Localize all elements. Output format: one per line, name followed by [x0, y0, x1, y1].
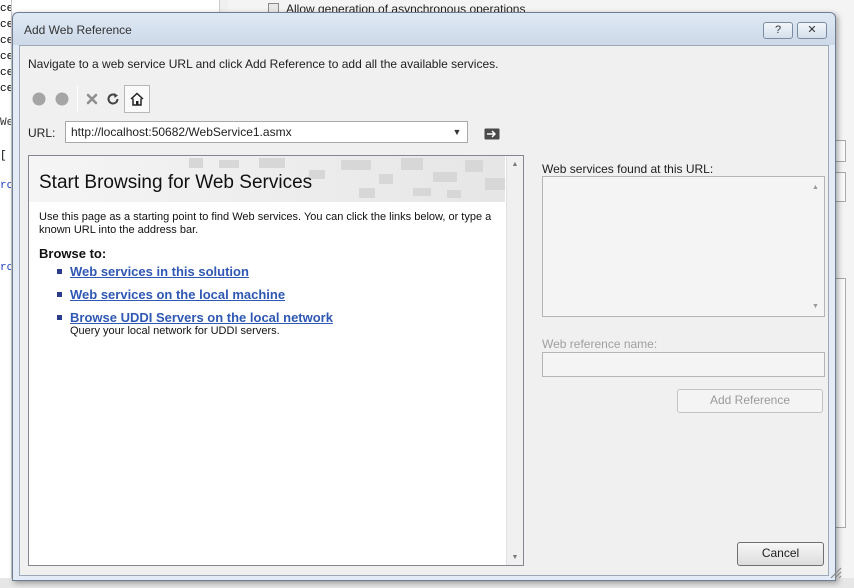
- dialog-client-area: Navigate to a web service URL and click …: [19, 45, 842, 579]
- list-scrollbar[interactable]: ▲ ▼: [807, 177, 824, 316]
- url-input[interactable]: http://localhost:50682/WebService1.asmx …: [65, 121, 468, 143]
- code-fragment: We: [0, 117, 12, 129]
- background-right-column: [836, 14, 854, 588]
- add-reference-button[interactable]: Add Reference: [677, 389, 823, 413]
- chevron-down-icon[interactable]: ▼: [449, 123, 465, 141]
- background-box: [836, 140, 846, 162]
- code-fragment: ce: [0, 35, 12, 47]
- url-label: URL:: [28, 126, 56, 140]
- uddi-description: Query your local network for UDDI server…: [70, 325, 280, 337]
- code-fragment: ro: [0, 180, 12, 192]
- resize-grip-icon[interactable]: [828, 565, 842, 579]
- bullet-icon: [57, 292, 62, 297]
- browser-scrollbar[interactable]: ▲ ▼: [506, 156, 523, 565]
- back-icon[interactable]: [28, 82, 50, 116]
- browser-description: Use this page as a starting point to fin…: [39, 211, 492, 236]
- link-browse-uddi-servers[interactable]: Browse UDDI Servers on the local network: [70, 310, 333, 325]
- forward-icon[interactable]: [51, 82, 73, 116]
- close-button[interactable]: ✕: [797, 22, 827, 39]
- add-web-reference-dialog: Add Web Reference ? ✕ Navigate to a web …: [12, 12, 842, 581]
- url-value: http://localhost:50682/WebService1.asmx: [71, 125, 292, 139]
- background-code-editor: cem: ce ce ce ce ce We [ ro ro: [0, 0, 12, 588]
- background-panel: [12, 0, 220, 12]
- dialog-title: Add Web Reference: [24, 23, 132, 37]
- refresh-icon[interactable]: [102, 82, 124, 116]
- dialog-title-bar[interactable]: Add Web Reference ? ✕: [13, 13, 835, 45]
- scroll-down-icon[interactable]: ▼: [507, 549, 523, 565]
- browse-to-heading: Browse to:: [39, 246, 107, 261]
- stop-icon[interactable]: [81, 82, 103, 116]
- bullet-icon: [57, 315, 62, 320]
- browser-page-title: Start Browsing for Web Services: [39, 172, 313, 193]
- link-web-services-solution[interactable]: Web services in this solution: [70, 264, 249, 279]
- scroll-up-icon[interactable]: ▲: [507, 156, 523, 172]
- code-fragment: cem:: [0, 3, 12, 15]
- toolbar-separator: [77, 86, 78, 112]
- scroll-up-icon[interactable]: ▲: [807, 179, 824, 195]
- code-fragment: ce: [0, 67, 12, 79]
- code-fragment: ce: [0, 83, 12, 95]
- background-box: [836, 278, 846, 528]
- home-icon[interactable]: [124, 85, 150, 113]
- help-button[interactable]: ?: [763, 22, 793, 39]
- scroll-down-icon[interactable]: ▼: [807, 298, 824, 314]
- link-web-services-local-machine[interactable]: Web services on the local machine: [70, 287, 285, 302]
- code-fragment: ce: [0, 51, 12, 63]
- browser-banner: Start Browsing for Web Services: [29, 156, 505, 202]
- web-reference-name-label: Web reference name:: [542, 337, 658, 351]
- services-found-list[interactable]: ▲ ▼: [542, 176, 825, 317]
- code-fragment: ce: [0, 19, 12, 31]
- bullet-icon: [57, 269, 62, 274]
- instruction-text: Navigate to a web service URL and click …: [28, 57, 499, 71]
- cancel-button[interactable]: Cancel: [737, 542, 824, 566]
- background-box: [836, 172, 846, 202]
- code-fragment: ro: [0, 262, 12, 274]
- go-arrow-icon[interactable]: [484, 128, 500, 140]
- code-fragment: [: [0, 150, 7, 162]
- web-reference-name-input[interactable]: [542, 352, 825, 377]
- services-found-label: Web services found at this URL:: [542, 162, 714, 176]
- browser-pane[interactable]: Start Browsing for Web Services Use this…: [28, 155, 524, 566]
